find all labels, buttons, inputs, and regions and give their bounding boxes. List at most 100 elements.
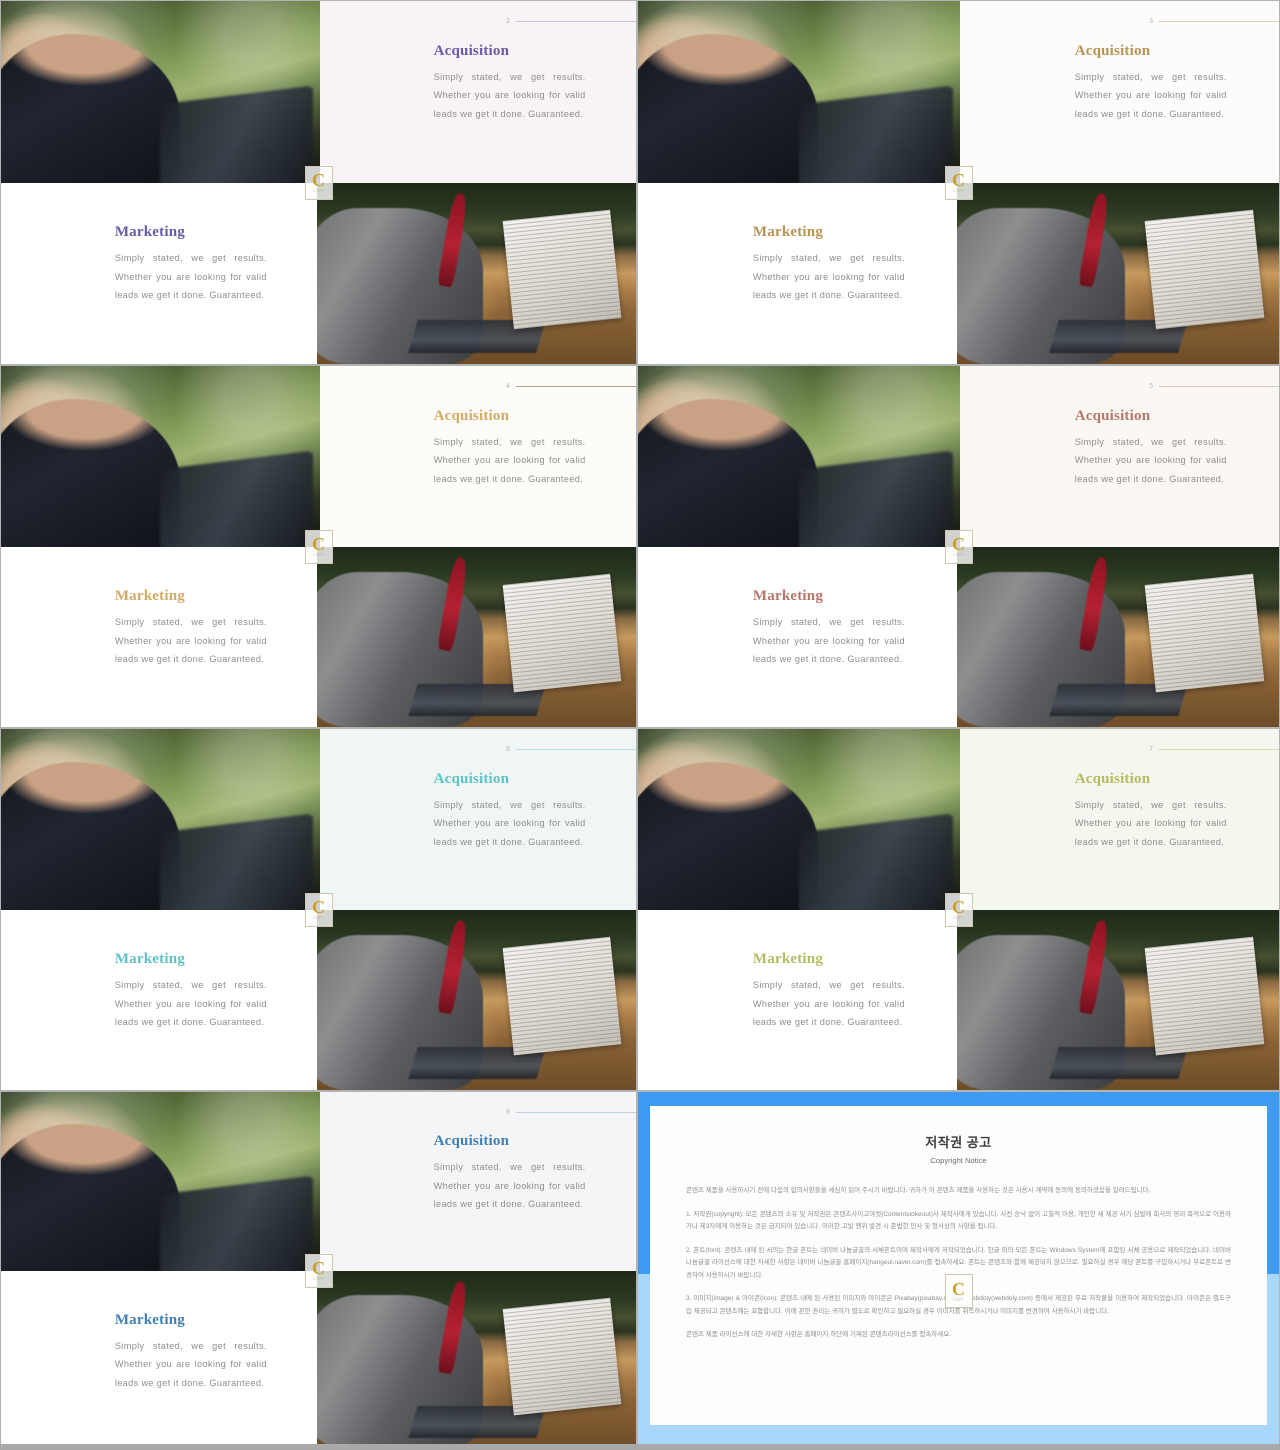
page-number: 2 bbox=[506, 18, 510, 25]
photo-man-outdoors bbox=[1, 366, 320, 547]
body-text: Simply stated, we get results. Whether y… bbox=[752, 253, 905, 301]
watermark-caption: COPY bbox=[953, 189, 964, 193]
watermark-caption: COPY bbox=[313, 189, 324, 193]
copyright-watermark-icon: C COPY bbox=[304, 1253, 333, 1288]
page-number: 4 bbox=[506, 383, 510, 390]
slide-4-bottom-row: Marketing Simply stated, we get results.… bbox=[1, 546, 636, 727]
page-number: 6 bbox=[506, 746, 510, 753]
slide-2-bottom-text-panel: Marketing Simply stated, we get results.… bbox=[1, 183, 317, 365]
slide-deck-grid: 2 Acquisition Simply stated, we get resu… bbox=[0, 0, 1280, 1450]
photo-man-outdoors bbox=[1, 1, 320, 183]
photo-desk-workspace bbox=[317, 182, 636, 364]
slide-8-top-text-panel: 8 Acquisition Simply stated, we get resu… bbox=[319, 1092, 636, 1271]
heading-marketing: Marketing bbox=[752, 224, 824, 241]
heading-marketing: Marketing bbox=[114, 951, 185, 967]
watermark-letter: C bbox=[952, 534, 965, 554]
slide-3-top-text-panel: 3 Acquisition Simply stated, we get resu… bbox=[959, 1, 1279, 183]
page-rule bbox=[1158, 21, 1279, 22]
slide-8-top-row: 8 Acquisition Simply stated, we get resu… bbox=[1, 1092, 636, 1271]
page-number: 5 bbox=[1149, 383, 1153, 390]
body-text: Simply stated, we get results. Whether y… bbox=[752, 617, 905, 664]
slide-2-acquisition-block: Acquisition Simply stated, we get result… bbox=[434, 43, 586, 124]
copyright-watermark-icon: C COPY bbox=[304, 529, 333, 564]
slide-3-acquisition-block: Acquisition Simply stated, we get result… bbox=[1075, 43, 1227, 124]
slide-8-marketing-block: Marketing Simply stated, we get results.… bbox=[115, 1312, 267, 1393]
page-number: 7 bbox=[1149, 746, 1153, 753]
slide-2-top-row: 2 Acquisition Simply stated, we get resu… bbox=[1, 1, 636, 183]
heading-acquisition: Acquisition bbox=[433, 42, 510, 59]
copyright-watermark-icon: C COPY bbox=[304, 165, 333, 200]
body-text: Simply stated, we get results. Whether y… bbox=[752, 980, 905, 1027]
copyright-watermark-icon: C COPY bbox=[944, 165, 973, 200]
heading-acquisition: Acquisition bbox=[433, 407, 510, 424]
page-number-group-4: 4 bbox=[320, 383, 636, 390]
body-text: Simply stated, we get results. Whether y… bbox=[1074, 71, 1227, 119]
page-number-group-3: 3 bbox=[960, 18, 1279, 25]
watermark-caption: COPY bbox=[953, 1297, 964, 1302]
slide-thumbnail-7[interactable]: 7 Acquisition Simply stated, we get resu… bbox=[637, 728, 1280, 1091]
slide-thumbnail-copyright-notice[interactable]: 저작권 공고 Copyright Notice 콘텐츠 제품을 사용하시기 전에… bbox=[637, 1091, 1280, 1450]
page-number-group-2: 2 bbox=[320, 18, 636, 25]
page-number: 3 bbox=[1149, 18, 1153, 25]
photo-desk-workspace bbox=[957, 546, 1279, 727]
copyright-watermark-icon: C COPY bbox=[944, 529, 973, 564]
body-text: Simply stated, we get results. Whether y… bbox=[433, 436, 586, 484]
page-number-group-6: 6 bbox=[320, 746, 636, 753]
slide-6-top-row: 6 Acquisition Simply stated, we get resu… bbox=[1, 729, 636, 910]
heading-marketing: Marketing bbox=[114, 224, 185, 241]
watermark-letter: C bbox=[952, 1278, 965, 1299]
slide-6-top-text-panel: 6 Acquisition Simply stated, we get resu… bbox=[319, 729, 636, 910]
slide-3-marketing-block: Marketing Simply stated, we get results.… bbox=[753, 224, 905, 305]
slide-2-top-text-panel: 2 Acquisition Simply stated, we get resu… bbox=[319, 1, 636, 183]
watermark-letter: C bbox=[312, 897, 325, 917]
body-text: Simply stated, we get results. Whether y… bbox=[433, 1162, 586, 1210]
slide-5-bottom-row: Marketing Simply stated, we get results.… bbox=[638, 546, 1279, 728]
photo-desk-workspace bbox=[317, 546, 636, 727]
heading-marketing: Marketing bbox=[752, 588, 824, 604]
photo-man-outdoors bbox=[638, 729, 960, 910]
watermark-letter: C bbox=[952, 170, 965, 190]
slide-thumbnail-8[interactable]: 8 Acquisition Simply stated, we get resu… bbox=[0, 1091, 637, 1450]
copyright-intro: 콘텐츠 제품을 사용하시기 전에 다음의 합의사항들을 세심히 읽어 주시기 바… bbox=[686, 1187, 1151, 1194]
slide-7-top-row: 7 Acquisition Simply stated, we get resu… bbox=[638, 729, 1279, 910]
body-text: Simply stated, we get results. Whether y… bbox=[1074, 436, 1227, 484]
slide-thumbnail-3[interactable]: 3 Acquisition Simply stated, we get resu… bbox=[637, 0, 1280, 365]
heading-acquisition: Acquisition bbox=[433, 770, 510, 787]
slide-3-top-row: 3 Acquisition Simply stated, we get resu… bbox=[638, 1, 1279, 183]
page-rule bbox=[515, 21, 636, 22]
page-number-group-5: 5 bbox=[960, 383, 1279, 390]
slide-thumbnail-5[interactable]: 5 Acquisition Simply stated, we get resu… bbox=[637, 365, 1280, 728]
page-rule bbox=[515, 749, 636, 750]
watermark-letter: C bbox=[952, 897, 965, 917]
copyright-watermark-icon: C COPY bbox=[304, 892, 333, 927]
page-number-group-8: 8 bbox=[320, 1109, 636, 1116]
slide-4-acquisition-block: Acquisition Simply stated, we get result… bbox=[434, 408, 586, 489]
slide-thumbnail-6[interactable]: 6 Acquisition Simply stated, we get resu… bbox=[0, 728, 637, 1091]
copyright-footer-note: 콘텐츠 제품 라이선스에 대한 자세한 사항은 홈페이지 하단에 기재된 콘텐츠… bbox=[686, 1331, 952, 1338]
slide-5-top-text-panel: 5 Acquisition Simply stated, we get resu… bbox=[959, 366, 1279, 547]
slide-4-marketing-block: Marketing Simply stated, we get results.… bbox=[115, 588, 267, 669]
photo-desk-workspace bbox=[317, 909, 636, 1090]
watermark-caption: COPY bbox=[313, 916, 324, 920]
slide-7-marketing-block: Marketing Simply stated, we get results.… bbox=[753, 951, 905, 1032]
slide-5-bottom-text-panel: Marketing Simply stated, we get results.… bbox=[638, 547, 957, 728]
slide-7-acquisition-block: Acquisition Simply stated, we get result… bbox=[1075, 771, 1227, 852]
body-text: Simply stated, we get results. Whether y… bbox=[114, 617, 267, 664]
page-number: 8 bbox=[506, 1109, 510, 1116]
slide-3-bottom-text-panel: Marketing Simply stated, we get results.… bbox=[638, 183, 957, 365]
photo-man-outdoors bbox=[638, 366, 960, 547]
slide-6-marketing-block: Marketing Simply stated, we get results.… bbox=[115, 951, 267, 1032]
slide-thumbnail-4[interactable]: 4 Acquisition Simply stated, we get resu… bbox=[0, 365, 637, 728]
page-rule bbox=[515, 1112, 636, 1113]
slide-2-bottom-row: Marketing Simply stated, we get results.… bbox=[1, 182, 636, 365]
body-text: Simply stated, we get results. Whether y… bbox=[114, 1340, 267, 1388]
heading-marketing: Marketing bbox=[114, 1311, 185, 1328]
watermark-caption: COPY bbox=[313, 1277, 324, 1281]
slide-thumbnail-2[interactable]: 2 Acquisition Simply stated, we get resu… bbox=[0, 0, 637, 365]
slide-4-top-row: 4 Acquisition Simply stated, we get resu… bbox=[1, 366, 636, 547]
photo-desk-workspace bbox=[317, 1270, 636, 1449]
watermark-letter: C bbox=[312, 1258, 325, 1278]
slide-2-marketing-block: Marketing Simply stated, we get results.… bbox=[115, 224, 267, 305]
slide-6-bottom-text-panel: Marketing Simply stated, we get results.… bbox=[1, 910, 317, 1091]
photo-man-outdoors bbox=[638, 1, 960, 183]
